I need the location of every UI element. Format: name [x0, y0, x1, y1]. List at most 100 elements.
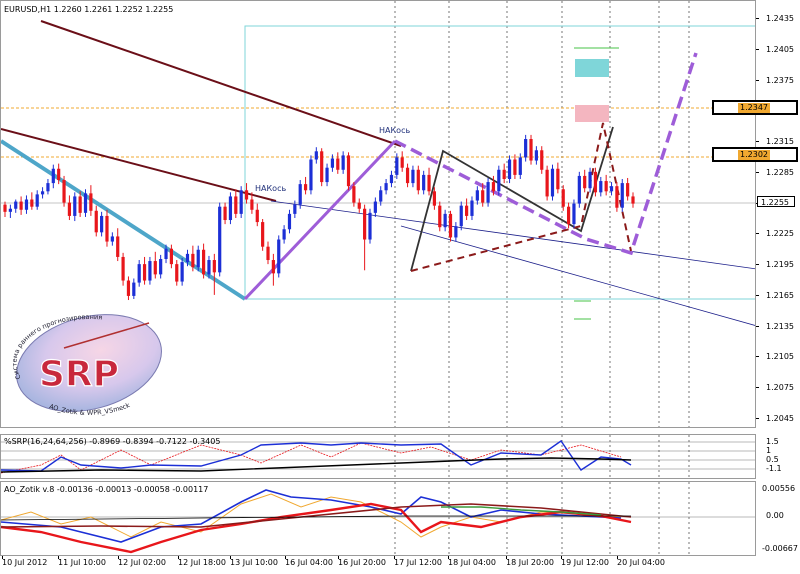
candle-body: [550, 168, 555, 197]
maroon-trendline-upper[interactable]: [40, 20, 402, 147]
metatrader-chart-window: EURUSD,H1 1.2260 1.2261 1.2252 1.2255 НА…: [0, 0, 800, 574]
candle-body: [137, 264, 141, 283]
candle-body: [561, 189, 565, 207]
ao-indicator-pane[interactable]: AO_Zotik v.8 -0.00136 -0.00013 -0.00058 …: [0, 481, 756, 556]
candle-body: [588, 171, 592, 189]
candle-body: [545, 169, 549, 197]
candle-body: [486, 182, 490, 203]
price-tick-label: 1.2195: [766, 260, 794, 270]
time-tick-label: 12 Jul 18:00: [178, 558, 226, 567]
candle-body: [566, 206, 571, 225]
candle-body: [341, 155, 345, 170]
level-tag-2[interactable]: 1.2302: [712, 147, 798, 162]
candle-body: [201, 249, 206, 275]
candle-body: [24, 199, 29, 210]
candle-body: [218, 206, 222, 273]
time-tick-label: 11 Jul 10:00: [58, 558, 106, 567]
candle-body: [389, 174, 394, 184]
time-tick-label: 18 Jul 04:00: [448, 558, 496, 567]
srp-axis: 1.5 1 0.5 -1.1: [756, 434, 800, 479]
candle-body: [325, 167, 329, 183]
candle-body: [83, 193, 88, 213]
candle-body: [314, 151, 318, 160]
candle-body: [3, 204, 7, 212]
candle-body: [57, 168, 61, 181]
chart-title: EURUSD,H1 1.2260 1.2261 1.2252 1.2255: [4, 5, 174, 14]
target-zone-pink[interactable]: [575, 105, 609, 122]
candle-body: [212, 260, 216, 273]
candle-body: [507, 159, 512, 179]
time-tick-label: 19 Jul 12:00: [561, 558, 609, 567]
candle-body: [330, 158, 335, 168]
purple-wave-solid[interactable]: [243, 139, 397, 301]
price-tick-label: 1.2375: [766, 75, 794, 85]
candle-body: [599, 181, 603, 193]
candle-body: [459, 205, 463, 227]
annotation-label-1[interactable]: НАКось: [255, 184, 286, 193]
candle-body: [164, 248, 168, 259]
candle-body: [175, 264, 179, 282]
candle-body: [303, 184, 308, 191]
candle-body: [518, 157, 522, 175]
price-tick-label: 1.2405: [766, 44, 794, 54]
candle-body: [185, 253, 190, 263]
price-axis[interactable]: 1.24351.24051.23751.23451.23151.22851.22…: [756, 0, 800, 428]
time-axis[interactable]: 10 Jul 2012 11 Jul 10:00 12 Jul 02:00 12 Ju…: [0, 556, 756, 574]
candle-body: [293, 204, 297, 214]
price-tick-label: 1.2075: [766, 383, 794, 393]
price-tick-label: 1.2135: [766, 321, 794, 331]
candle-body: [405, 167, 410, 184]
price-tick-label: 1.2315: [766, 137, 794, 147]
candle-body: [30, 199, 34, 207]
candle-body: [244, 190, 249, 200]
candle-body: [19, 201, 23, 210]
candle-body: [556, 168, 560, 190]
candle-body: [277, 239, 281, 274]
price-tick-label: 1.2045: [766, 414, 794, 423]
ao-axis: 0.00556 0.00 -0.00667: [756, 481, 800, 556]
candle-body: [255, 209, 259, 223]
candle-body: [481, 190, 485, 203]
candlestick-series: [3, 134, 635, 301]
candle-body: [110, 236, 114, 242]
candle-body: [336, 158, 340, 170]
candle-body: [142, 264, 147, 281]
candle-body: [583, 175, 587, 189]
candle-body: [411, 169, 415, 184]
candle-body: [572, 203, 576, 225]
candle-body: [454, 226, 458, 238]
candle-body: [191, 253, 195, 268]
candle-body: [443, 213, 447, 228]
candle-body: [475, 190, 479, 201]
target-zone-cyan[interactable]: [575, 59, 609, 77]
navy-channel-line-1[interactable]: [270, 200, 756, 270]
candle-body: [513, 159, 517, 175]
candle-body: [14, 201, 18, 209]
ao-indicator-title: AO_Zotik v.8 -0.00136 -0.00013 -0.00058 …: [4, 485, 209, 494]
price-tick-label: 1.2435: [766, 14, 794, 23]
candle-body: [169, 248, 173, 265]
candle-body: [116, 236, 120, 257]
candle-body: [416, 169, 420, 191]
candle-body: [373, 201, 377, 213]
time-tick-label: 18 Jul 20:00: [506, 558, 554, 567]
candle-body: [105, 215, 109, 242]
navy-channel-line-2[interactable]: [400, 225, 756, 326]
price-chart-pane[interactable]: EURUSD,H1 1.2260 1.2261 1.2252 1.2255 НА…: [0, 0, 756, 428]
candle-body: [540, 150, 544, 170]
candle-body: [534, 150, 538, 161]
level-tag-1[interactable]: 1.2347: [712, 100, 798, 115]
candle-body: [271, 260, 275, 274]
candle-body: [282, 229, 286, 240]
time-tick-label: 10 Jul 2012: [2, 558, 48, 567]
candle-body: [346, 155, 351, 187]
candle-body: [78, 196, 82, 213]
price-tick-label: 1.2285: [766, 167, 794, 177]
srp-indicator-pane[interactable]: %SRP(16,24,64,256) -0.8969 -0.8394 -0.71…: [0, 434, 756, 479]
dark-pattern-lines[interactable]: [410, 126, 614, 272]
candle-body: [631, 196, 635, 204]
candle-body: [357, 202, 361, 209]
candle-body: [228, 196, 233, 221]
annotation-label-2[interactable]: НАКось: [379, 126, 410, 135]
candle-body: [320, 151, 324, 183]
